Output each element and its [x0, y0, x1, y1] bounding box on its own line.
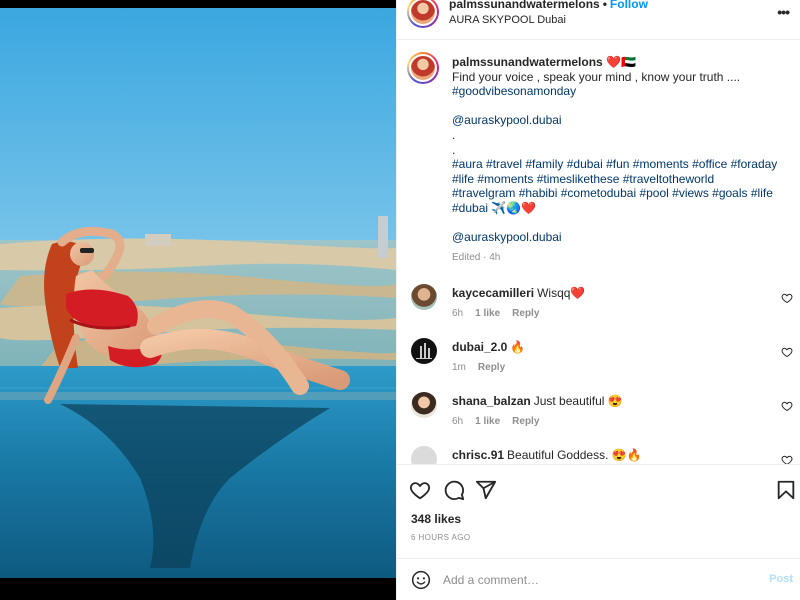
comment-time: 6h — [452, 308, 464, 319]
add-comment-bar: Post — [397, 558, 800, 600]
caption-avatar[interactable] — [407, 52, 439, 84]
caption-hashtag-line[interactable]: #goodvibesonamonday — [452, 84, 792, 99]
commenter-avatar[interactable] — [411, 338, 437, 364]
commenter-avatar[interactable] — [411, 392, 437, 418]
author-username[interactable]: palmssunandwatermelons — [449, 0, 600, 11]
author-avatar[interactable] — [407, 0, 439, 28]
follow-button[interactable]: Follow — [610, 0, 648, 11]
caption-hashtags-4[interactable]: #dubai ✈️🌏❤️ — [452, 201, 792, 216]
comment-text: Wisqq❤️ — [537, 286, 586, 300]
likes-count[interactable]: 348 likes — [411, 512, 461, 526]
comment-body: shana_balzan Just beautiful 😍 — [452, 394, 762, 408]
comment-like-heart-icon[interactable] — [781, 454, 793, 464]
post-time-ago: 6 HOURS AGO — [411, 533, 471, 542]
caption-user-emoji: ❤️🇦🇪 — [606, 55, 636, 69]
caption-mention-1[interactable]: @auraskypool.dubai — [452, 113, 792, 128]
comment-meta: 1m Reply — [452, 362, 517, 373]
comment-like-heart-icon[interactable] — [781, 346, 793, 358]
commenter-avatar[interactable] — [411, 446, 437, 464]
action-bar: 348 likes 6 HOURS AGO — [397, 464, 800, 558]
author-line: palmssunandwatermelons • Follow — [449, 0, 648, 11]
comment-item: chrisc.91 Beautiful Goddess. 😍🔥 — [397, 446, 800, 464]
comments-area[interactable]: palmssunandwatermelons ❤️🇦🇪 Find your vo… — [397, 41, 800, 464]
comment-body: chrisc.91 Beautiful Goddess. 😍🔥 — [452, 448, 762, 462]
comment-likes[interactable]: 1 like — [475, 308, 500, 319]
caption-hashtags-2[interactable]: #life #moments #timeslikethese #travelto… — [452, 172, 792, 187]
comment-time: 1m — [452, 362, 466, 373]
comment-item: shana_balzan Just beautiful 😍 6h 1 like Rep… — [397, 392, 800, 442]
comment-body: kaycecamilleri Wisqq❤️ — [452, 286, 762, 300]
caption-mention-2[interactable]: @auraskypool.dubai — [452, 230, 792, 245]
comment-username[interactable]: shana_balzan — [452, 394, 531, 408]
post-comment-button[interactable]: Post — [769, 573, 793, 585]
comment-icon[interactable] — [443, 479, 465, 501]
comment-username[interactable]: kaycecamilleri — [452, 286, 534, 300]
post-header: palmssunandwatermelons • Follow AURA SKYPO… — [397, 0, 800, 40]
comment-likes[interactable]: 1 like — [475, 416, 500, 427]
comment-item: dubai_2.0 🔥 1m Reply — [397, 338, 800, 388]
post-location[interactable]: AURA SKYPOOL Dubai — [449, 14, 566, 26]
comment-time: 6h — [452, 416, 464, 427]
bookmark-icon[interactable] — [775, 479, 797, 501]
caption-text: palmssunandwatermelons ❤️🇦🇪 Find your vo… — [452, 55, 792, 245]
caption-username[interactable]: palmssunandwatermelons — [452, 55, 603, 69]
comment-body: dubai_2.0 🔥 — [452, 340, 762, 354]
post-photo[interactable] — [0, 8, 396, 578]
emoji-icon[interactable] — [411, 570, 431, 590]
comment-item: kaycecamilleri Wisqq❤️ 6h 1 like Reply — [397, 284, 800, 334]
comment-text: Just beautiful 😍 — [533, 394, 623, 408]
reply-button[interactable]: Reply — [512, 416, 539, 427]
caption-line-1: Find your voice , speak your mind , know… — [452, 69, 741, 84]
comment-text: 🔥 — [510, 340, 526, 354]
comment-username[interactable]: dubai_2.0 — [452, 340, 507, 354]
commenter-avatar[interactable] — [411, 284, 437, 310]
comment-like-heart-icon[interactable] — [781, 400, 793, 412]
caption-dot-1: . — [452, 127, 456, 142]
caption-hashtags-1[interactable]: #aura #travel #family #dubai #fun #momen… — [452, 157, 792, 172]
caption-hashtags-3[interactable]: #travelgram #habibi #cometodubai #pool #… — [452, 186, 792, 201]
heart-icon[interactable] — [409, 479, 431, 501]
comment-text: Beautiful Goddess. 😍🔥 — [507, 448, 642, 462]
caption-dot-2: . — [452, 142, 456, 157]
caption-edited-time: Edited · 4h — [452, 252, 501, 263]
comment-input[interactable] — [443, 568, 743, 592]
comment-meta: 6h 1 like Reply — [452, 308, 551, 319]
share-icon[interactable] — [475, 479, 497, 501]
comment-like-heart-icon[interactable] — [781, 292, 793, 304]
more-options-icon[interactable]: ••• — [777, 4, 790, 20]
post-sidebar: palmssunandwatermelons • Follow AURA SKYPO… — [396, 0, 800, 600]
reply-button[interactable]: Reply — [512, 308, 539, 319]
reply-button[interactable]: Reply — [478, 362, 505, 373]
comment-meta: 6h 1 like Reply — [452, 416, 551, 427]
separator-dot: • — [602, 0, 607, 11]
comment-username[interactable]: chrisc.91 — [452, 448, 504, 462]
photo-panel — [0, 0, 396, 600]
